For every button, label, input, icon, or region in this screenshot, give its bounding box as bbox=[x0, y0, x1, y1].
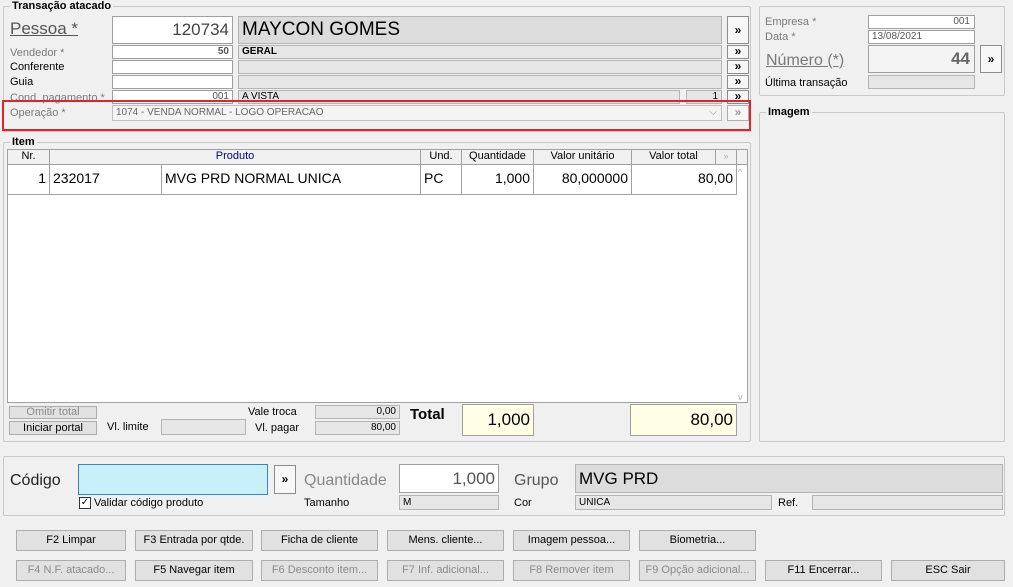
omitir-total-button[interactable]: Omitir total bbox=[9, 406, 97, 419]
cell-codigo: 232017 bbox=[50, 165, 162, 194]
col-valor-total[interactable]: Valor total bbox=[632, 150, 716, 164]
guia-label: Guia bbox=[10, 76, 34, 88]
guia-search-button[interactable]: » bbox=[727, 75, 749, 89]
cell-nr: 1 bbox=[8, 165, 50, 194]
col-nr[interactable]: Nr. bbox=[8, 150, 50, 164]
cell-valor-total: 80,00 bbox=[632, 165, 737, 194]
column-settings-icon[interactable]: » bbox=[716, 150, 737, 164]
tamanho-field: M bbox=[399, 495, 499, 510]
numero-label: Número (*) bbox=[766, 52, 845, 69]
f5-navegar-item-button[interactable]: F5 Navegar item bbox=[135, 560, 253, 581]
cell-produto: MVG PRD NORMAL UNICA bbox=[162, 165, 421, 194]
ref-label: Ref. bbox=[778, 497, 799, 509]
vendedor-label: Vendedor * bbox=[10, 47, 65, 59]
f4-nf-atacado-button[interactable]: F4 N.F. atacado... bbox=[16, 560, 126, 581]
grid-scrollbar[interactable]: ^ v bbox=[737, 165, 747, 402]
vl-limite-field bbox=[161, 419, 246, 435]
quantidade-label: Quantidade bbox=[304, 472, 387, 489]
cell-quantidade: 1,000 bbox=[462, 165, 534, 194]
guia-code-field[interactable] bbox=[112, 75, 233, 89]
vale-troca-label: Vale troca bbox=[248, 406, 297, 418]
esc-sair-button[interactable]: ESC Sair bbox=[891, 560, 1005, 581]
ultima-transacao-field bbox=[868, 75, 975, 89]
empresa-label: Empresa * bbox=[765, 16, 817, 28]
cor-label: Cor bbox=[514, 497, 532, 509]
f9-opcao-adicional-button[interactable]: F9 Opção adicional... bbox=[639, 560, 756, 581]
ultima-transacao-label: Última transação bbox=[765, 77, 848, 89]
f3-entrada-qtde-button[interactable]: F3 Entrada por qtde. bbox=[135, 530, 253, 551]
empresa-field[interactable]: 001 bbox=[868, 15, 975, 29]
f6-desconto-item-button[interactable]: F6 Desconto item... bbox=[261, 560, 378, 581]
ficha-cliente-button[interactable]: Ficha de cliente bbox=[261, 530, 378, 551]
conferente-code-field[interactable] bbox=[112, 60, 233, 74]
imagem-group: Imagem bbox=[759, 106, 1005, 442]
ref-field bbox=[812, 495, 1003, 510]
conferente-label: Conferente bbox=[10, 61, 65, 73]
col-valor-unitario[interactable]: Valor unitário bbox=[534, 150, 632, 164]
numero-field[interactable]: 44 bbox=[868, 45, 975, 73]
table-row[interactable]: 1 232017 MVG PRD NORMAL UNICA PC 1,000 8… bbox=[8, 165, 737, 195]
operacao-highlight bbox=[2, 100, 751, 131]
vl-pagar-field: 80,00 bbox=[315, 421, 400, 435]
col-und[interactable]: Und. bbox=[421, 150, 462, 164]
col-quantidade[interactable]: Quantidade bbox=[462, 150, 534, 164]
grid-header: Nr. Produto Und. Quantidade Valor unitár… bbox=[8, 150, 747, 165]
pessoa-name-field: MAYCON GOMES bbox=[238, 16, 722, 44]
mens-cliente-button[interactable]: Mens. cliente... bbox=[387, 530, 504, 551]
pessoa-search-button[interactable]: » bbox=[727, 16, 749, 44]
conferente-name-field bbox=[238, 60, 722, 74]
scroll-up-icon[interactable]: ^ bbox=[738, 167, 742, 177]
guia-name-field bbox=[238, 75, 722, 89]
imagem-title: Imagem bbox=[766, 106, 812, 118]
grupo-field: MVG PRD bbox=[575, 464, 1003, 493]
conferente-search-button[interactable]: » bbox=[727, 60, 749, 74]
codigo-input[interactable] bbox=[78, 464, 268, 495]
transacao-title: Transação atacado bbox=[10, 0, 114, 12]
item-grid[interactable]: Nr. Produto Und. Quantidade Valor unitár… bbox=[7, 149, 748, 403]
codigo-search-button[interactable]: » bbox=[274, 465, 296, 494]
scroll-down-icon[interactable]: v bbox=[738, 392, 743, 402]
data-label: Data * bbox=[765, 31, 796, 43]
validar-checkbox[interactable]: ✓ bbox=[79, 497, 91, 509]
grupo-label: Grupo bbox=[514, 472, 559, 489]
col-produto[interactable]: Produto bbox=[50, 150, 421, 164]
pessoa-code-field[interactable]: 120734 bbox=[112, 16, 233, 44]
total-label: Total bbox=[410, 406, 445, 423]
codigo-label: Código bbox=[10, 472, 61, 489]
vl-pagar-label: Vl. pagar bbox=[255, 422, 300, 434]
iniciar-portal-button[interactable]: Iniciar portal bbox=[9, 421, 97, 435]
numero-search-button[interactable]: » bbox=[980, 45, 1002, 73]
vendedor-name-field: GERAL bbox=[238, 45, 722, 59]
imagem-pessoa-button[interactable]: Imagem pessoa... bbox=[513, 530, 630, 551]
tamanho-label: Tamanho bbox=[304, 497, 350, 509]
cell-valor-unitario: 80,000000 bbox=[534, 165, 632, 194]
f8-remover-item-button[interactable]: F8 Remover item bbox=[513, 560, 630, 581]
vl-limite-label: Vl. limite bbox=[107, 421, 149, 433]
vale-troca-field: 0,00 bbox=[315, 405, 400, 419]
vendedor-search-button[interactable]: » bbox=[727, 45, 749, 59]
item-title: Item bbox=[10, 136, 37, 148]
f7-inf-adicional-button[interactable]: F7 Inf. adicional... bbox=[387, 560, 504, 581]
validar-label[interactable]: Validar código produto bbox=[94, 497, 203, 509]
data-field[interactable]: 13/08/2021 bbox=[868, 30, 975, 44]
total-value-field: 80,00 bbox=[630, 404, 737, 436]
f11-encerrar-button[interactable]: F11 Encerrar... bbox=[765, 560, 882, 581]
cor-field: UNICA bbox=[575, 495, 772, 510]
quantidade-input[interactable]: 1,000 bbox=[399, 464, 499, 493]
pessoa-label: Pessoa * bbox=[10, 19, 79, 38]
vendedor-code-field[interactable]: 50 bbox=[112, 45, 233, 59]
biometria-button[interactable]: Biometria... bbox=[639, 530, 756, 551]
cell-und: PC bbox=[421, 165, 462, 194]
f2-limpar-button[interactable]: F2 Limpar bbox=[16, 530, 126, 551]
total-qty-field: 1,000 bbox=[462, 404, 534, 436]
